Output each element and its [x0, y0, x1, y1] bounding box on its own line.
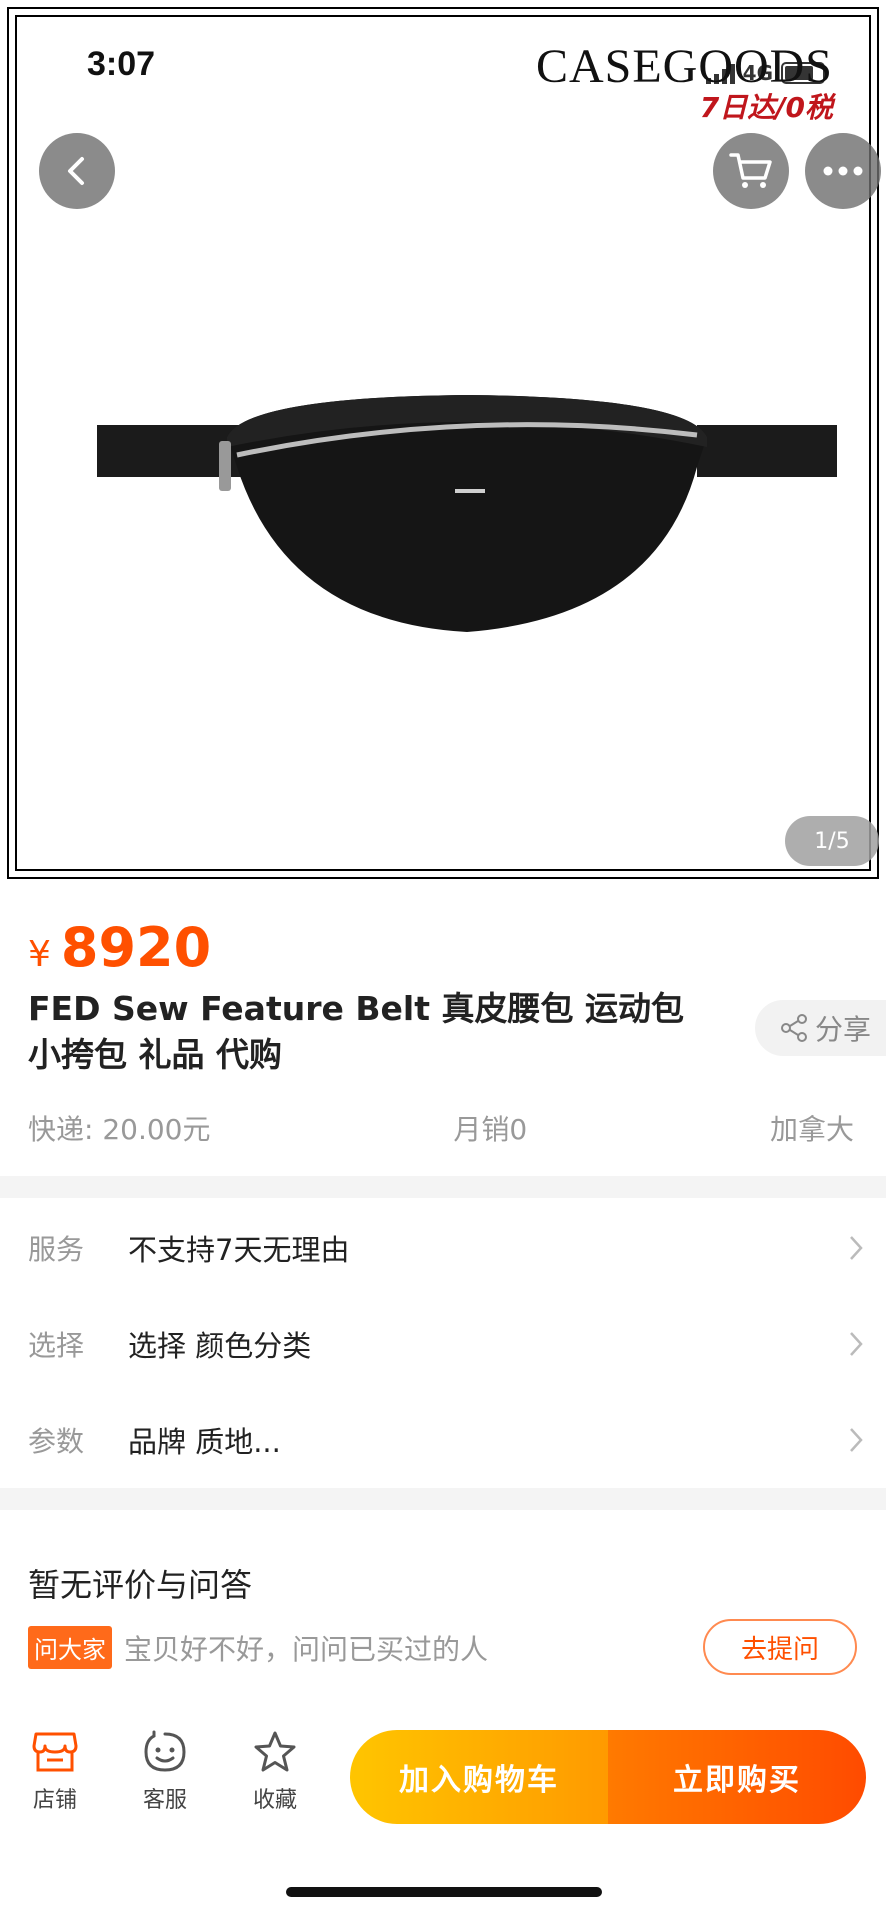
info-key: 参数 — [28, 1425, 85, 1458]
section-divider — [0, 1176, 886, 1198]
section-divider — [0, 1488, 886, 1510]
product-photo-belt-bag — [97, 395, 837, 632]
share-label: 分享 — [815, 1013, 872, 1046]
more-options-button[interactable] — [805, 133, 881, 209]
product-title: FED Sew Feature Belt 真皮腰包 运动包 小挎包 礼品 代购 — [28, 989, 684, 1074]
status-icons: 4G — [705, 61, 825, 85]
price-value: 8920 — [60, 916, 212, 979]
info-key: 服务 — [28, 1233, 85, 1266]
ask-everyone-tag: 问大家 — [28, 1626, 112, 1669]
product-image-gallery[interactable]: 3:07 CASEGOODS 7日达/0税 4G 1/5 — [7, 7, 881, 879]
shop-icon — [32, 1732, 78, 1772]
battery-icon — [781, 62, 825, 84]
ship-origin: 加拿大 — [769, 1113, 854, 1146]
status-time: 3:07 — [87, 45, 156, 83]
favorite-label: 收藏 — [252, 1788, 297, 1813]
image-page-indicator: 1/5 — [785, 816, 879, 866]
chevron-left-icon — [68, 157, 84, 185]
customer-service-label: 客服 — [142, 1788, 187, 1813]
buy-now-button[interactable]: 立即购买 — [608, 1730, 866, 1824]
customer-service-icon — [144, 1730, 186, 1772]
signal-icon — [705, 62, 735, 84]
info-key: 选择 — [28, 1329, 85, 1362]
shop-label: 店铺 — [32, 1788, 77, 1813]
currency-symbol: ¥ — [28, 934, 51, 975]
network-label: 4G — [742, 61, 773, 85]
shopping-cart-icon — [729, 153, 772, 188]
ask-everyone-row: 问大家 宝贝好不好，问问已买过的人 — [28, 1626, 488, 1669]
chevron-right-icon — [826, 1426, 886, 1454]
share-button[interactable]: 分享 — [755, 1000, 886, 1056]
reviews-qa-title: 暂无评价与问答 — [28, 1566, 253, 1604]
more-dots-icon — [823, 166, 863, 176]
chevron-right-icon — [826, 1234, 886, 1262]
info-value: 选择 颜色分类 — [128, 1329, 312, 1363]
chevron-right-icon — [826, 1330, 886, 1358]
star-icon — [254, 1731, 296, 1772]
service-row[interactable]: 服务 不支持7天无理由 — [0, 1200, 886, 1296]
shop-button[interactable]: 店铺 — [10, 1730, 100, 1814]
price: ¥ 8920 — [28, 916, 211, 979]
share-icon — [781, 1014, 807, 1042]
product-image-frame: 3:07 CASEGOODS 7日达/0税 4G 1/5 — [15, 15, 881, 871]
info-value: 不支持7天无理由 — [128, 1233, 350, 1267]
monthly-sales: 月销0 — [453, 1113, 528, 1146]
info-value: 品牌 质地... — [128, 1425, 281, 1459]
customer-service-button[interactable]: 客服 — [120, 1730, 210, 1814]
shipping-meta-row: 快递: 20.00元 月销0 加拿大 — [28, 1108, 854, 1148]
cart-button[interactable] — [713, 133, 789, 209]
select-variant-row[interactable]: 选择 选择 颜色分类 — [0, 1296, 886, 1392]
home-indicator[interactable] — [286, 1887, 602, 1897]
parameters-row[interactable]: 参数 品牌 质地... — [0, 1392, 886, 1488]
add-to-cart-button[interactable]: 加入购物车 — [350, 1730, 608, 1824]
ask-everyone-prompt: 宝贝好不好，问问已买过的人 — [124, 1632, 489, 1666]
brand-tagline: 7日达/0税 — [699, 91, 833, 124]
ask-question-button[interactable]: 去提问 — [703, 1619, 857, 1675]
back-button[interactable] — [39, 133, 115, 209]
favorite-button[interactable]: 收藏 — [230, 1730, 320, 1814]
shipping-fee: 快递: 20.00元 — [28, 1113, 211, 1146]
